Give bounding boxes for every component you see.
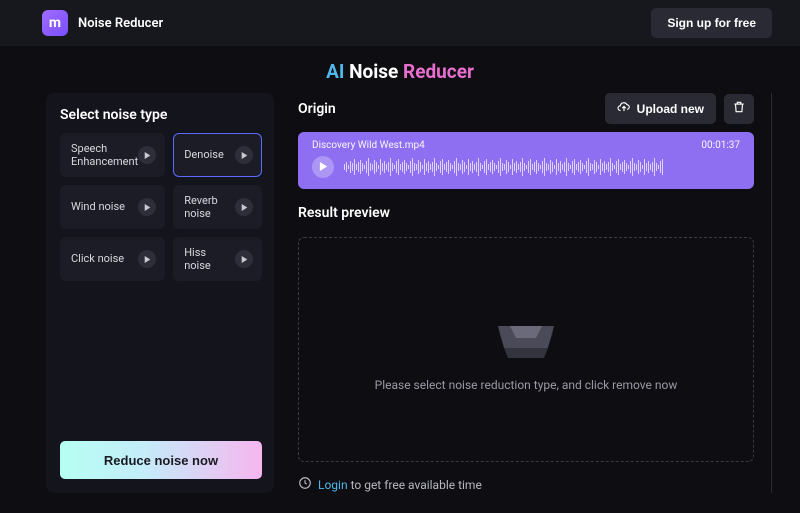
play-icon[interactable] (138, 146, 156, 164)
result-placeholder-text: Please select noise reduction type, and … (375, 378, 678, 392)
noise-card-speech-enhancement[interactable]: Speech Enhancement (60, 133, 165, 177)
signup-button[interactable]: Sign up for free (651, 8, 772, 38)
delete-button[interactable] (724, 94, 754, 124)
noise-card-label: Hiss noise (184, 246, 235, 272)
brand-name: Noise Reducer (78, 16, 163, 31)
play-icon (319, 160, 328, 175)
noise-type-heading: Select noise type (60, 107, 262, 123)
result-preview-empty: Please select noise reduction type, and … (298, 237, 754, 462)
noise-card-label: Speech Enhancement (71, 142, 138, 168)
origin-header-row: Origin Upload new (298, 93, 754, 124)
main-panel: Origin Upload new Discovery Wild West.mp… (298, 93, 754, 493)
login-rest: to get free available time (348, 478, 482, 492)
noise-card-denoise[interactable]: Denoise (173, 133, 262, 177)
cloud-upload-icon (617, 100, 631, 117)
upload-new-label: Upload new (637, 102, 704, 116)
noise-card-label: Reverb noise (184, 194, 235, 220)
login-hint: Login to get free available time (298, 476, 754, 493)
audio-file-name: Discovery Wild West.mp4 (312, 140, 425, 151)
noise-card-label: Denoise (184, 148, 224, 161)
top-bar: m Noise Reducer Sign up for free (0, 0, 800, 46)
title-noise: Noise (349, 60, 403, 83)
noise-card-reverb-noise[interactable]: Reverb noise (173, 185, 262, 229)
workspace: Select noise type Speech Enhancement Den… (0, 93, 800, 493)
play-icon[interactable] (235, 198, 253, 216)
trash-icon (732, 100, 746, 117)
clock-icon (298, 476, 312, 493)
play-icon[interactable] (235, 250, 253, 268)
result-heading: Result preview (298, 205, 754, 221)
noise-card-label: Wind noise (71, 200, 125, 213)
audio-play-button[interactable] (312, 156, 334, 178)
noise-card-click-noise[interactable]: Click noise (60, 237, 165, 281)
play-icon[interactable] (235, 146, 253, 164)
title-reducer: Reducer (403, 60, 474, 83)
noise-card-label: Click noise (71, 252, 124, 265)
noise-type-grid: Speech Enhancement Denoise Wind noise Re… (60, 133, 262, 281)
noise-card-wind-noise[interactable]: Wind noise (60, 185, 165, 229)
play-icon[interactable] (138, 250, 156, 268)
empty-tray-icon (490, 308, 562, 360)
brand-logo: m (42, 10, 68, 36)
title-ai: AI (326, 60, 349, 83)
noise-card-hiss-noise[interactable]: Hiss noise (173, 237, 262, 281)
divider (771, 93, 772, 493)
audio-waveform[interactable] (344, 155, 740, 179)
origin-audio-card: Discovery Wild West.mp4 00:01:37 (298, 132, 754, 189)
page-title: AI Noise Reducer (0, 46, 800, 93)
login-link[interactable]: Login (318, 478, 348, 492)
reduce-noise-button[interactable]: Reduce noise now (60, 441, 262, 479)
play-icon[interactable] (138, 198, 156, 216)
origin-heading: Origin (298, 101, 605, 117)
audio-duration: 00:01:37 (701, 140, 740, 151)
noise-type-panel: Select noise type Speech Enhancement Den… (46, 93, 274, 493)
upload-new-button[interactable]: Upload new (605, 93, 716, 124)
